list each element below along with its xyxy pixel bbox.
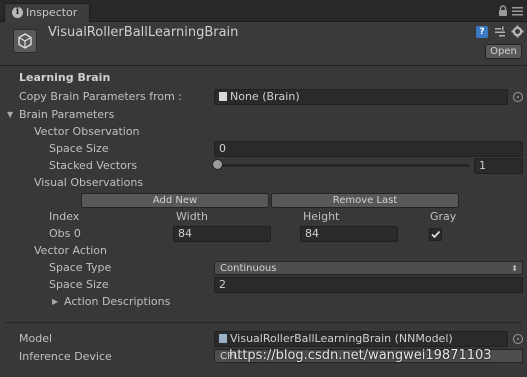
presets-icon[interactable] [494,26,506,38]
menu-icon[interactable] [512,6,523,16]
space-size-label: Space Size [49,142,109,155]
lock-icon[interactable] [498,5,508,17]
foldout-arrow-icon[interactable]: ▼ [7,110,13,119]
action-descriptions-foldout[interactable]: Action Descriptions [64,295,170,308]
help-icon[interactable]: ? [476,26,488,38]
action-space-size-label: Space Size [49,278,109,291]
obs-height-field[interactable]: 84 [300,226,398,242]
inspector-tab-label: Inspector [26,6,78,19]
space-type-dropdown[interactable]: Continuous ⬍ [214,261,523,275]
copy-brain-params-label: Copy Brain Parameters from : [19,90,182,103]
stacked-vectors-label: Stacked Vectors [49,159,138,172]
unity-logo-icon [13,29,37,53]
section-divider [5,322,522,323]
gray-checkbox[interactable] [429,228,442,241]
open-button[interactable]: Open [485,44,522,59]
action-space-size-field[interactable]: 2 [214,277,523,293]
section-title-learning-brain: Learning Brain [19,71,111,84]
dropdown-arrows-icon: ⬍ [511,264,518,273]
copy-brain-params-field[interactable]: None (Brain) [214,89,508,105]
object-picker-icon[interactable] [513,334,523,344]
remove-last-button[interactable]: Remove Last [271,193,459,208]
object-picker-icon[interactable] [513,92,523,102]
copy-brain-params-value: None (Brain) [230,90,300,103]
obs-row-name: Obs 0 [49,227,81,240]
space-type-value: Continuous [220,263,277,274]
inference-device-label: Inference Device [19,350,112,363]
model-value: VisualRollerBallLearningBrain (NNModel) [230,332,453,345]
obs-width-field[interactable]: 84 [173,226,271,242]
foldout-arrow-icon[interactable]: ▶ [52,297,58,306]
watermark-text: https://blog.csdn.net/wangwei19871103 [229,348,492,363]
column-header-gray: Gray [430,210,457,223]
column-header-width: Width [176,210,208,223]
vector-action-label: Vector Action [34,244,107,257]
space-type-label: Space Type [49,261,112,274]
column-header-index: Index [49,210,80,223]
settings-icon[interactable] [511,25,524,38]
brain-parameters-foldout[interactable]: Brain Parameters [19,108,114,121]
brain-asset-icon [219,92,227,101]
column-header-height: Height [303,210,340,223]
nnmodel-asset-icon [219,334,227,343]
stacked-vectors-slider-track[interactable] [216,164,470,167]
inspector-tab[interactable]: i Inspector [4,3,90,22]
model-field[interactable]: VisualRollerBallLearningBrain (NNModel) [214,331,508,347]
vector-observation-label: Vector Observation [34,125,140,138]
info-icon: i [12,7,23,18]
space-size-field[interactable]: 0 [214,141,523,157]
visual-observations-label: Visual Observations [34,176,144,189]
model-label: Model [19,332,53,345]
checkbox-check-icon [431,230,441,239]
asset-title: VisualRollerBallLearningBrain [48,25,239,40]
stacked-vectors-slider-thumb[interactable] [212,159,223,170]
add-new-button[interactable]: Add New [81,193,269,208]
stacked-vectors-field[interactable]: 1 [474,158,523,174]
